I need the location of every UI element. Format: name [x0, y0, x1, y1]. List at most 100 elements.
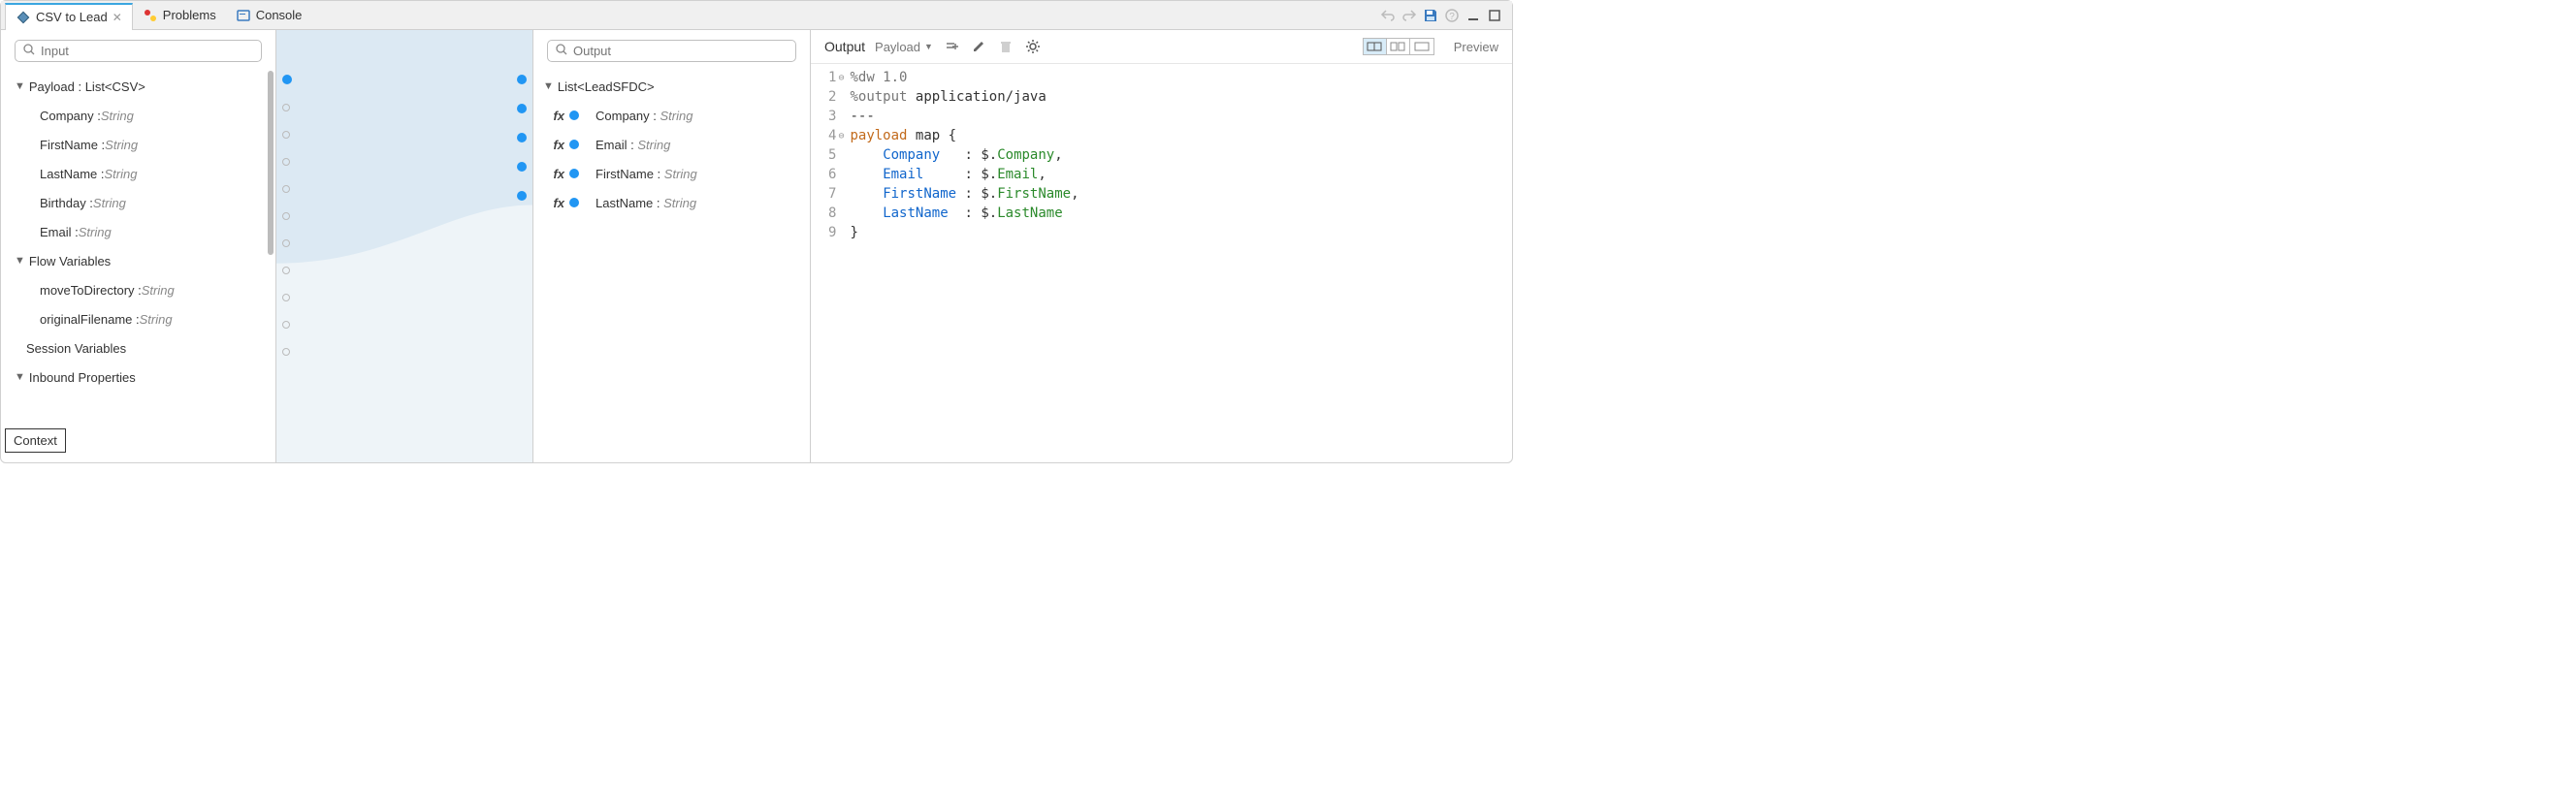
close-icon[interactable]: ✕	[113, 11, 122, 24]
connector-dot[interactable]	[517, 75, 527, 84]
view-toggle-1[interactable]	[1364, 39, 1387, 54]
output-list-header[interactable]: ▼ List<LeadSFDC>	[533, 72, 810, 101]
maximize-icon[interactable]	[1487, 8, 1502, 23]
input-search-box[interactable]	[15, 40, 262, 62]
mapping-panel	[276, 30, 533, 462]
connector-dot[interactable]	[569, 169, 579, 178]
view-toggle-group	[1363, 38, 1434, 55]
code-header: Output Payload ▼ Preview	[811, 30, 1512, 64]
connector-dot[interactable]	[282, 348, 290, 356]
output-tree: ▼ List<LeadSFDC> fxCompany : StringfxEma…	[533, 68, 810, 217]
preview-button[interactable]: Preview	[1454, 40, 1498, 54]
payload-dropdown[interactable]: Payload ▼	[875, 40, 933, 54]
main: ▼ Payload : List<CSV> Company : StringFi…	[1, 30, 1512, 462]
connector-dot[interactable]	[282, 321, 290, 329]
connector-dot[interactable]	[569, 110, 579, 120]
output-title: Output	[824, 39, 865, 54]
input-field[interactable]: Birthday : String	[1, 188, 275, 217]
trash-icon[interactable]	[997, 38, 1014, 55]
connector-dot[interactable]	[517, 191, 527, 201]
flow-variable[interactable]: moveToDirectory : String	[1, 275, 275, 304]
undo-icon[interactable]	[1380, 8, 1396, 23]
code-line[interactable]: Email : $.Email,	[850, 165, 1079, 184]
mapping-curve	[276, 30, 532, 462]
fx-icon: fx	[545, 196, 564, 210]
input-field[interactable]: FirstName : String	[1, 130, 275, 159]
tab-csv-to-lead[interactable]: CSV to Lead ✕	[5, 3, 133, 30]
connector-dot[interactable]	[282, 75, 292, 84]
input-panel: ▼ Payload : List<CSV> Company : StringFi…	[1, 30, 276, 462]
connector-dot[interactable]	[282, 294, 290, 301]
connector-dot[interactable]	[282, 131, 290, 139]
code-line[interactable]: Company : $.Company,	[850, 145, 1079, 165]
code-line[interactable]: }	[850, 223, 1079, 242]
code-line[interactable]: %dw 1.0	[850, 68, 1079, 87]
diamond-icon	[16, 10, 31, 25]
output-field[interactable]: fxCompany : String	[533, 101, 810, 130]
code-editor[interactable]: 1⊖2 3 4⊖5 6 7 8 9 %dw 1.0%output applica…	[824, 64, 1498, 449]
tab-problems[interactable]: Problems	[133, 2, 226, 29]
chevron-down-icon: ▼	[543, 80, 554, 92]
inbound-properties-header[interactable]: ▼ Inbound Properties	[1, 363, 275, 392]
edit-icon[interactable]	[970, 38, 987, 55]
code-panel: Output Payload ▼ Preview	[811, 30, 1512, 462]
toolbar-icons: ?	[1380, 8, 1508, 23]
connector-dot[interactable]	[517, 133, 527, 142]
flow-variable[interactable]: originalFilename : String	[1, 304, 275, 333]
input-field[interactable]: Company : String	[1, 101, 275, 130]
connector-dot[interactable]	[282, 212, 290, 220]
tabbar: CSV to Lead ✕ Problems Console ?	[1, 1, 1512, 30]
flow-variables-header[interactable]: ▼ Flow Variables	[1, 246, 275, 275]
connector-dot[interactable]	[282, 185, 290, 193]
redo-icon[interactable]	[1401, 8, 1417, 23]
connector-dot[interactable]	[282, 267, 290, 274]
chevron-down-icon: ▼	[15, 80, 25, 92]
chevron-down-icon: ▼	[15, 371, 25, 383]
output-field[interactable]: fxEmail : String	[533, 130, 810, 159]
output-field[interactable]: fxLastName : String	[533, 188, 810, 217]
connector-dot[interactable]	[282, 158, 290, 166]
add-icon[interactable]	[943, 38, 960, 55]
fx-icon: fx	[545, 167, 564, 181]
connector-dot[interactable]	[282, 104, 290, 111]
fx-icon: fx	[545, 138, 564, 152]
input-connectors	[282, 75, 292, 375]
code-line[interactable]: FirstName : $.FirstName,	[850, 184, 1079, 204]
connector-dot[interactable]	[517, 104, 527, 113]
view-toggle-2[interactable]	[1387, 39, 1410, 54]
tab-label: Console	[256, 8, 303, 22]
session-variables-header[interactable]: Session Variables	[1, 333, 275, 363]
output-search-box[interactable]	[547, 40, 796, 62]
code-line[interactable]: payload map {	[850, 126, 1079, 145]
console-icon	[236, 8, 251, 23]
view-toggle-3[interactable]	[1410, 39, 1433, 54]
input-search-field[interactable]	[41, 44, 253, 58]
context-tab[interactable]: Context	[5, 428, 66, 453]
output-panel: ▼ List<LeadSFDC> fxCompany : StringfxEma…	[533, 30, 811, 462]
input-field[interactable]: Email : String	[1, 217, 275, 246]
scrollbar[interactable]	[268, 71, 274, 255]
search-icon	[23, 44, 35, 58]
help-icon[interactable]: ?	[1444, 8, 1460, 23]
output-connectors	[517, 75, 527, 220]
code-body[interactable]: %dw 1.0%output application/java---payloa…	[850, 64, 1079, 449]
output-search-field[interactable]	[573, 44, 788, 58]
code-line[interactable]: %output application/java	[850, 87, 1079, 107]
tab-console[interactable]: Console	[226, 2, 312, 29]
connector-dot[interactable]	[569, 140, 579, 149]
gear-icon[interactable]	[1024, 38, 1042, 55]
chevron-down-icon: ▼	[15, 255, 25, 267]
code-line[interactable]: LastName : $.LastName	[850, 204, 1079, 223]
fx-icon: fx	[545, 109, 564, 123]
code-line[interactable]: ---	[850, 107, 1079, 126]
connector-dot[interactable]	[569, 198, 579, 207]
svg-text:?: ?	[1449, 12, 1455, 22]
output-field[interactable]: fxFirstName : String	[533, 159, 810, 188]
minimize-icon[interactable]	[1465, 8, 1481, 23]
payload-header[interactable]: ▼ Payload : List<CSV>	[1, 72, 275, 101]
connector-dot[interactable]	[282, 239, 290, 247]
connector-dot[interactable]	[517, 162, 527, 172]
tab-label: CSV to Lead	[36, 10, 108, 24]
save-icon[interactable]	[1423, 8, 1438, 23]
input-field[interactable]: LastName : String	[1, 159, 275, 188]
